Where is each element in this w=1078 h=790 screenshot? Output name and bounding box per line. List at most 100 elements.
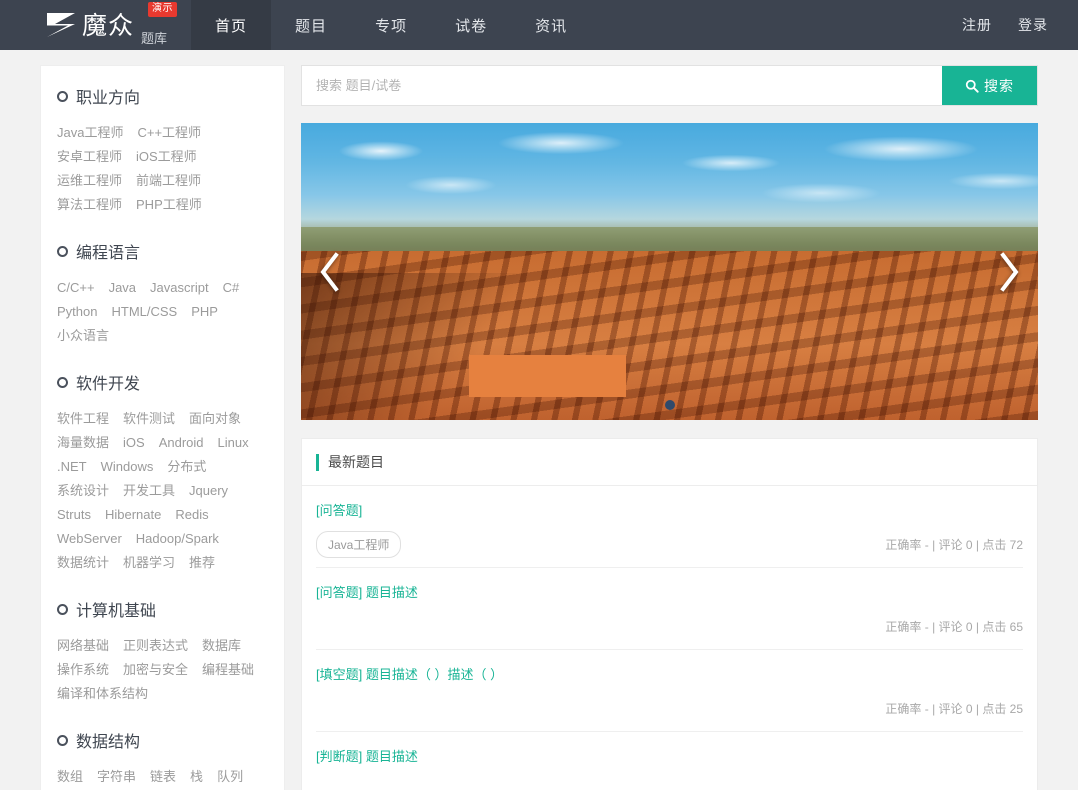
carousel-prev-button[interactable] bbox=[313, 245, 347, 299]
cat-tag[interactable]: 软件工程 bbox=[57, 407, 109, 431]
cat-tag[interactable]: Struts bbox=[57, 503, 91, 527]
cat-tag[interactable]: Java工程师 bbox=[57, 121, 123, 145]
nav-item-news[interactable]: 资讯 bbox=[511, 0, 591, 50]
header-actions: 注册 登录 bbox=[936, 0, 1078, 50]
cat-tag[interactable]: 网络基础 bbox=[57, 634, 109, 658]
cat-tag[interactable]: 编译和体系结构 bbox=[57, 682, 148, 706]
carousel-dot[interactable] bbox=[664, 400, 675, 410]
cat-tag[interactable]: Redis bbox=[175, 503, 208, 527]
category-title-label: 数据结构 bbox=[76, 734, 141, 751]
category-title-label: 软件开发 bbox=[76, 376, 141, 393]
question-list: [问答题] Java工程师 正确率 - | 评论 0 | 点击 72 [问答题]… bbox=[302, 486, 1037, 790]
cat-tag[interactable]: C++工程师 bbox=[137, 121, 201, 145]
cat-tag[interactable]: Hibernate bbox=[105, 503, 161, 527]
cat-tag[interactable]: HTML/CSS bbox=[111, 300, 177, 324]
list-item: [填空题] 题目描述（ ）描述（ ） 正确率 - | 评论 0 | 点击 25 bbox=[316, 650, 1023, 732]
circle-icon bbox=[57, 603, 68, 615]
circle-icon bbox=[57, 734, 68, 746]
cat-tag[interactable]: 前端工程师 bbox=[136, 169, 201, 193]
category-title-fundamentals: 计算机基础 bbox=[57, 597, 268, 621]
cat-tag[interactable]: 系统设计 bbox=[57, 479, 109, 503]
cat-tag[interactable]: 海量数据 bbox=[57, 431, 109, 455]
question-desc: 题目描述（ ）描述（ ） bbox=[365, 667, 504, 682]
cat-tag[interactable]: Java bbox=[109, 276, 136, 300]
category-title-languages: 编程语言 bbox=[57, 239, 268, 263]
cat-tag[interactable]: 操作系统 bbox=[57, 658, 109, 682]
question-link[interactable]: [问答题] 题目描述 bbox=[316, 583, 1023, 603]
question-link[interactable]: [判断题] 题目描述 bbox=[316, 747, 1023, 767]
cat-tag[interactable]: PHP工程师 bbox=[136, 193, 202, 217]
cat-tag[interactable]: Javascript bbox=[150, 276, 209, 300]
login-link[interactable]: 登录 bbox=[1018, 15, 1048, 35]
question-type: [问答题] bbox=[316, 585, 363, 600]
cat-tag[interactable]: 栈 bbox=[190, 765, 203, 789]
question-stats: 正确率 - | 评论 0 | 点击 65 bbox=[885, 620, 1023, 634]
cat-tag[interactable]: Android bbox=[159, 431, 204, 455]
category-tags-languages: C/C++ Java Javascript C# Python HTML/CSS… bbox=[57, 276, 268, 348]
nav-item-questions[interactable]: 题目 bbox=[271, 0, 351, 50]
circle-icon bbox=[57, 376, 68, 388]
cat-tag[interactable]: 机器学习 bbox=[123, 551, 175, 575]
nav-item-papers[interactable]: 试卷 bbox=[431, 0, 511, 50]
carousel-next-button[interactable] bbox=[992, 245, 1026, 299]
question-tag[interactable]: Java工程师 bbox=[316, 531, 402, 558]
carousel-sky-clouds bbox=[301, 123, 1038, 233]
cat-tag[interactable]: C/C++ bbox=[57, 276, 95, 300]
category-title-label: 职业方向 bbox=[76, 90, 141, 107]
cat-tag[interactable]: 队列 bbox=[217, 765, 243, 789]
question-meta: Java工程师 正确率 - | 评论 0 | 点击 72 bbox=[316, 530, 1023, 568]
cat-tag[interactable]: Windows bbox=[101, 455, 154, 479]
panel-title: 最新题目 bbox=[328, 454, 384, 470]
cat-tag[interactable]: WebServer bbox=[57, 527, 122, 551]
cat-tag[interactable]: 运维工程师 bbox=[57, 169, 122, 193]
category-tags-fundamentals: 网络基础 正则表达式 数据库 操作系统 加密与安全 编程基础 编译和体系结构 bbox=[57, 634, 268, 706]
site-logo[interactable]: 魔众 题库 演示 bbox=[0, 0, 185, 50]
cat-tag[interactable]: 算法工程师 bbox=[57, 193, 122, 217]
search-bar: 搜索 bbox=[301, 65, 1038, 106]
main-nav: 首页 题目 专项 试卷 资讯 bbox=[191, 0, 591, 50]
cat-tag[interactable]: Linux bbox=[218, 431, 249, 455]
circle-icon bbox=[57, 245, 68, 257]
cat-tag[interactable]: 数组 bbox=[57, 765, 83, 789]
cat-tag[interactable]: 字符串 bbox=[97, 765, 136, 789]
cat-tag[interactable]: 分布式 bbox=[167, 455, 206, 479]
cat-tag[interactable]: 数据库 bbox=[202, 634, 241, 658]
cat-tag[interactable]: 面向对象 bbox=[189, 407, 241, 431]
demo-badge: 演示 bbox=[148, 2, 177, 17]
cat-tag[interactable]: iOS bbox=[123, 431, 145, 455]
cat-tag[interactable]: 软件测试 bbox=[123, 407, 175, 431]
cat-tag[interactable]: PHP bbox=[191, 300, 218, 324]
question-meta: 正确率 - | 评论 0 | 点击 25 bbox=[316, 694, 1023, 732]
cat-tag[interactable]: Python bbox=[57, 300, 97, 324]
search-button-label: 搜索 bbox=[984, 77, 1014, 94]
cat-tag[interactable]: C# bbox=[223, 276, 240, 300]
category-tags-datastructures: 数组 字符串 链表 栈 队列 树 图 哈希 堆 高级数组 bbox=[57, 765, 268, 790]
cat-tag[interactable]: 推荐 bbox=[189, 551, 215, 575]
cat-tag[interactable]: 正则表达式 bbox=[123, 634, 188, 658]
search-input[interactable] bbox=[302, 66, 942, 105]
cat-tag[interactable]: 小众语言 bbox=[57, 324, 109, 348]
question-link[interactable]: [填空题] 题目描述（ ）描述（ ） bbox=[316, 665, 1023, 685]
cat-tag[interactable]: 编程基础 bbox=[202, 658, 254, 682]
cat-tag[interactable]: 加密与安全 bbox=[123, 658, 188, 682]
register-link[interactable]: 注册 bbox=[962, 15, 992, 35]
cat-tag[interactable]: 链表 bbox=[150, 765, 176, 789]
question-link[interactable]: [问答题] bbox=[316, 501, 1023, 521]
cat-tag[interactable]: .NET bbox=[57, 455, 87, 479]
cat-tag[interactable]: iOS工程师 bbox=[136, 145, 197, 169]
nav-item-special[interactable]: 专项 bbox=[351, 0, 431, 50]
category-title-datastructures: 数据结构 bbox=[57, 728, 268, 752]
question-meta bbox=[316, 776, 1023, 790]
cat-tag[interactable]: 数据统计 bbox=[57, 551, 109, 575]
category-tags-career: Java工程师 C++工程师 安卓工程师 iOS工程师 运维工程师 前端工程师 … bbox=[57, 121, 268, 217]
hero-carousel[interactable] bbox=[301, 123, 1038, 420]
search-button[interactable]: 搜索 bbox=[942, 66, 1037, 105]
category-title-career: 职业方向 bbox=[57, 84, 268, 108]
cat-tag[interactable]: 开发工具 bbox=[123, 479, 175, 503]
cat-tag[interactable]: 安卓工程师 bbox=[57, 145, 122, 169]
accent-bar bbox=[316, 453, 319, 471]
cat-tag[interactable]: Hadoop/Spark bbox=[136, 527, 219, 551]
cat-tag[interactable]: Jquery bbox=[189, 479, 228, 503]
question-desc: 题目描述 bbox=[365, 749, 418, 764]
nav-item-home[interactable]: 首页 bbox=[191, 0, 272, 50]
